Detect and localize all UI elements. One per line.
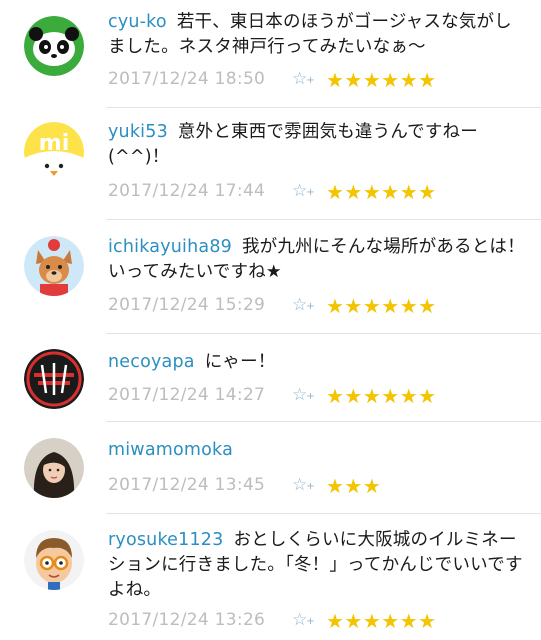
yellow-chick-avatar[interactable]: mi	[24, 122, 84, 182]
username-link[interactable]: miwamomoka	[108, 440, 233, 460]
comment-item: ichikayuiha89 我が九州にそんな場所があるとは！いってみたいですね★ …	[0, 220, 541, 334]
star-rating: ★★★★★★	[326, 180, 437, 204]
comment-date: 2017/12/24 14:27	[108, 385, 266, 405]
star-rating: ★★★★★★	[326, 68, 437, 92]
svg-text:mi: mi	[39, 131, 69, 156]
star-rating: ★★★	[326, 474, 382, 498]
comment-item: miwamomoka 2017/12/24 13:45 ☆+ ★★★	[0, 422, 541, 514]
star-rating: ★★★★★★	[326, 609, 437, 633]
username-link[interactable]: ichikayuiha89	[108, 237, 232, 257]
add-star-icon[interactable]: ☆+	[292, 610, 315, 630]
username-link[interactable]: necoyapa	[108, 352, 195, 372]
star-rating: ★★★★★★	[326, 294, 437, 318]
username-link[interactable]: cyu-ko	[108, 12, 167, 32]
boy-glasses-avatar[interactable]	[24, 530, 84, 590]
comment-date: 2017/12/24 15:29	[108, 295, 266, 315]
woman-photo-avatar[interactable]	[24, 438, 84, 498]
comment-item: ryosuke1123 おとしくらいに大阪城のイルミネーションに行きました。「冬！…	[0, 514, 541, 640]
add-star-icon[interactable]: ☆+	[292, 475, 315, 495]
comment-text: にゃー！	[204, 352, 276, 372]
dog-character-avatar[interactable]	[24, 236, 84, 296]
star-rating: ★★★★★★	[326, 384, 437, 408]
add-star-icon[interactable]: ☆+	[292, 181, 315, 201]
username-link[interactable]: ryosuke1123	[108, 530, 223, 550]
comment-text: 若干、東日本のほうがゴージャスな気がしました。ネスタ神戸行ってみたいなぁ～	[108, 12, 512, 57]
add-star-icon[interactable]: ☆+	[292, 69, 315, 89]
comment-date: 2017/12/24 17:44	[108, 181, 266, 201]
comment-item: necoyapa にゃー！ 2017/12/24 14:27 ☆+ ★★★★★★	[0, 334, 541, 422]
add-star-icon[interactable]: ☆+	[292, 295, 315, 315]
add-star-icon[interactable]: ☆+	[292, 385, 315, 405]
comment-item: cyu-ko 若干、東日本のほうがゴージャスな気がしました。ネスタ神戸行ってみたい…	[0, 0, 541, 108]
panda-avatar[interactable]	[24, 16, 84, 76]
red-stamp-avatar[interactable]	[24, 349, 84, 409]
comment-date: 2017/12/24 13:26	[108, 610, 266, 630]
comment-item: mi yuki53 意外と東西で雰囲気も違うんですねー(^^)！ 2017/12/…	[0, 108, 541, 220]
username-link[interactable]: yuki53	[108, 122, 168, 142]
comment-date: 2017/12/24 13:45	[108, 475, 266, 495]
comment-date: 2017/12/24 18:50	[108, 69, 266, 89]
